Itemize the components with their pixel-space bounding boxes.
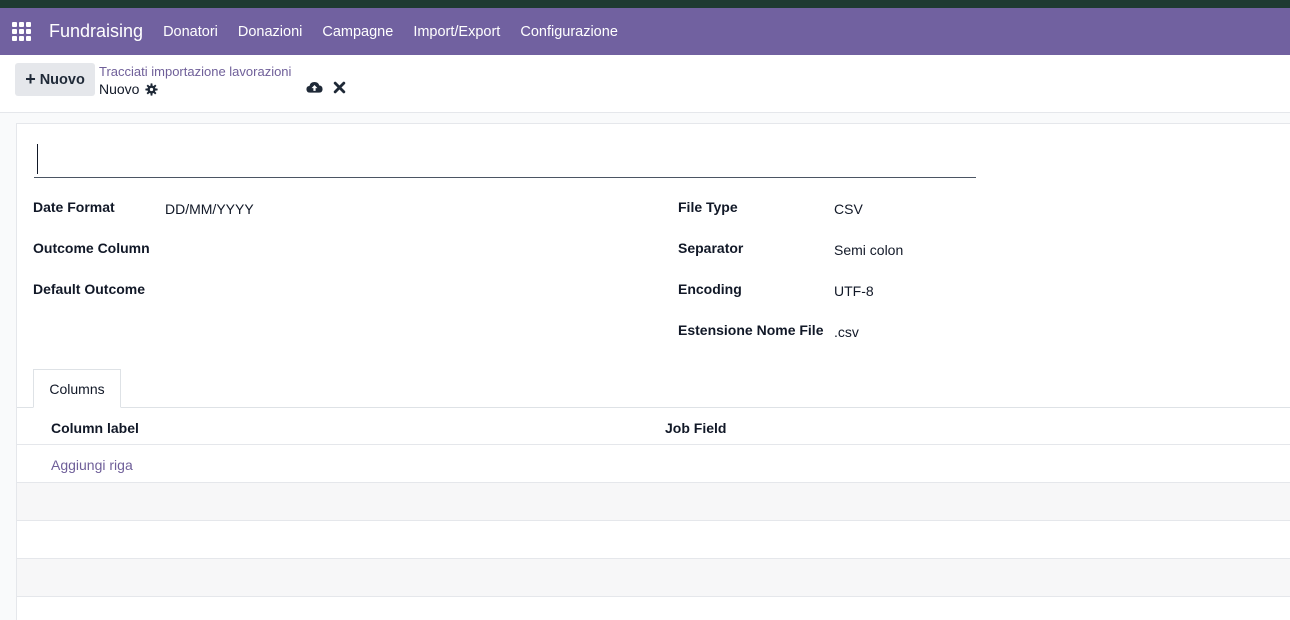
tab-divider: [17, 407, 1290, 408]
text-cursor: [37, 144, 38, 174]
file-extension-field[interactable]: .csv: [834, 324, 859, 340]
apps-menu-icon[interactable]: [12, 21, 32, 42]
new-button-label: Nuovo: [39, 71, 85, 88]
empty-row: [17, 483, 1290, 520]
window-top-strip: [0, 0, 1290, 8]
menu-donatori[interactable]: Donatori: [153, 24, 228, 40]
outcome-column-field[interactable]: [165, 242, 615, 260]
file-type-field[interactable]: CSV: [834, 201, 863, 217]
empty-row: [17, 559, 1290, 596]
breadcrumb-parent-link[interactable]: Tracciati importazione lavorazioni: [99, 64, 291, 79]
empty-row: [17, 521, 1290, 558]
tab-columns[interactable]: Columns: [33, 369, 121, 408]
breadcrumb-current-label: Nuovo: [99, 81, 140, 97]
breadcrumb-current: Nuovo: [99, 81, 159, 97]
date-format-field[interactable]: DD/MM/YYYY: [165, 201, 254, 217]
separator-field[interactable]: Semi colon: [834, 242, 903, 258]
cloud-upload-icon[interactable]: [306, 80, 323, 95]
header-divider: [17, 444, 1290, 445]
encoding-field[interactable]: UTF-8: [834, 283, 874, 299]
row-divider: [17, 596, 1290, 597]
plus-icon: +: [25, 69, 36, 89]
outcome-column-label: Outcome Column: [33, 240, 150, 256]
encoding-label: Encoding: [678, 281, 742, 297]
default-outcome-label: Default Outcome: [33, 281, 146, 297]
menu-donazioni[interactable]: Donazioni: [228, 24, 313, 40]
control-panel: + Nuovo Tracciati importazione lavorazio…: [0, 55, 1290, 113]
add-line-link[interactable]: Aggiungi riga: [51, 457, 133, 473]
gear-icon[interactable]: [145, 82, 159, 96]
date-format-label: Date Format: [33, 199, 115, 215]
column-label-header[interactable]: Column label: [51, 420, 139, 436]
menu-import-export[interactable]: Import/Export: [403, 24, 510, 40]
new-button[interactable]: + Nuovo: [15, 63, 95, 96]
menu-configurazione[interactable]: Configurazione: [510, 24, 628, 40]
form-sheet: Date Format DD/MM/YYYY Outcome Column De…: [16, 123, 1290, 620]
app-brand[interactable]: Fundraising: [49, 21, 143, 42]
default-outcome-field[interactable]: [165, 283, 615, 301]
discard-icon[interactable]: [333, 81, 346, 94]
top-navbar: Fundraising Donatori Donazioni Campagne …: [0, 8, 1290, 55]
file-extension-label: Estensione Nome File: [678, 322, 824, 338]
file-type-label: File Type: [678, 199, 738, 215]
record-name-input[interactable]: [34, 140, 976, 178]
separator-label: Separator: [678, 240, 744, 256]
job-field-header[interactable]: Job Field: [665, 420, 726, 436]
menu-campagne[interactable]: Campagne: [312, 24, 403, 40]
